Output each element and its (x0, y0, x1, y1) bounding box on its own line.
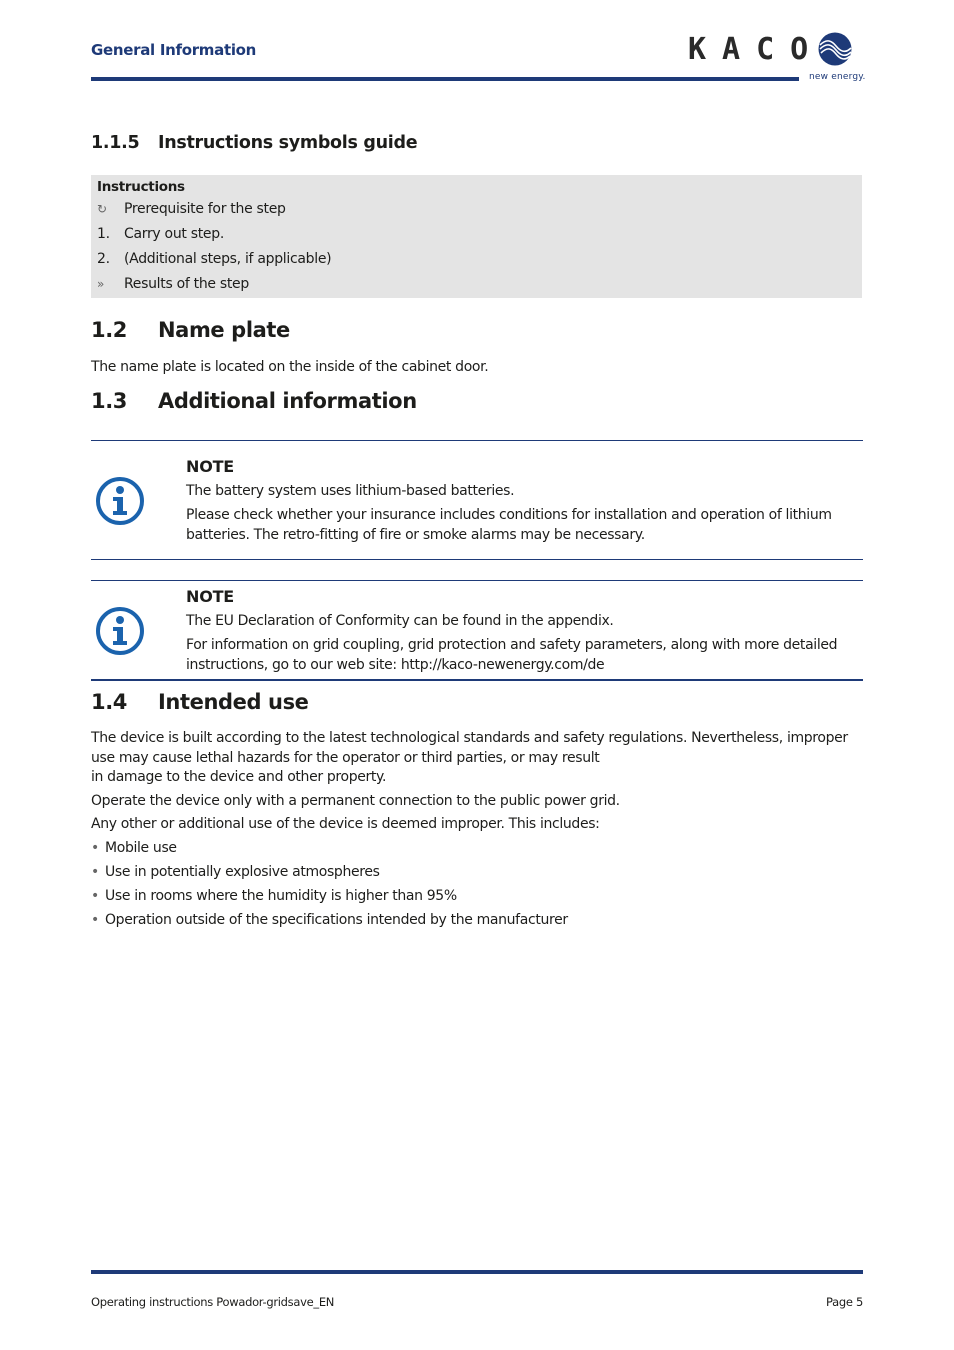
note-top-rule (91, 440, 863, 441)
heading-number: 1.2 (91, 318, 128, 342)
bullet-icon: • (91, 840, 99, 856)
header-rule (91, 77, 799, 81)
list-item-text: Use in rooms where the humidity is highe… (105, 888, 457, 904)
instruction-row-text: (Additional steps, if applicable) (124, 251, 332, 267)
heading-name-plate: 1.2 Name plate (91, 318, 290, 342)
heading-number: 1.4 (91, 690, 128, 714)
bullet-icon: • (91, 864, 99, 880)
instruction-row-prerequisite: ↻ Prerequisite for the step (97, 201, 286, 217)
kaco-tagline: new energy. (809, 72, 866, 82)
note-text: For information on grid coupling, grid p… (186, 637, 838, 673)
heading-number: 1.1.5 (91, 133, 140, 153)
header-section-title: General Information (91, 41, 257, 59)
bullet-icon: • (91, 912, 99, 928)
heading-number: 1.3 (91, 389, 128, 413)
instruction-row-text: Results of the step (124, 276, 249, 292)
heading-text: Intended use (158, 690, 309, 714)
instruction-row-step-1: 1. Carry out step. (97, 226, 224, 242)
heading-text: Name plate (158, 318, 290, 342)
note-text: The EU Declaration of Conformity can be … (186, 613, 614, 629)
step-number: 2. (97, 251, 110, 267)
instruction-row-step-2: 2. (Additional steps, if applicable) (97, 251, 332, 267)
note-title: NOTE (186, 587, 235, 606)
intended-use-paragraph: in damage to the device and other proper… (91, 769, 387, 785)
list-item-text: Use in potentially explosive atmospheres (105, 864, 380, 880)
intended-use-paragraph: The device is built according to the lat… (91, 730, 848, 766)
footer-rule (91, 1270, 863, 1274)
instruction-row-text: Prerequisite for the step (124, 201, 286, 217)
intended-use-paragraph: Operate the device only with a permanent… (91, 793, 620, 809)
result-icon: » (97, 277, 105, 291)
bullet-icon: • (91, 888, 99, 904)
kaco-logo-text: KACO (688, 32, 825, 67)
footer-document-name: Operating instructions Powador-gridsave_… (91, 1295, 335, 1309)
note-top-rule (91, 580, 863, 581)
list-item: • Use in potentially explosive atmosphere… (91, 863, 380, 883)
info-icon (96, 607, 144, 655)
list-item: • Operation outside of the specifications… (91, 911, 568, 931)
kaco-wave-logo-icon (818, 32, 852, 66)
footer-page-number: Page 5 (825, 1295, 863, 1309)
instructions-box-title: Instructions (97, 179, 185, 195)
info-icon (96, 477, 144, 525)
heading-text: Additional information (158, 389, 417, 413)
list-item: • Use in rooms where the humidity is high… (91, 887, 457, 907)
step-number: 1. (97, 226, 110, 242)
note-text: Please check whether your insurance incl… (186, 507, 832, 543)
name-plate-text: The name plate is located on the inside … (91, 359, 489, 375)
note-bottom-rule (91, 679, 863, 681)
heading-intended-use: 1.4 Intended use (91, 690, 309, 714)
heading-additional-information: 1.3 Additional information (91, 389, 417, 413)
note-bottom-rule (91, 559, 863, 560)
list-item-text: Operation outside of the specifications … (105, 912, 568, 928)
list-item: • Mobile use (91, 839, 177, 859)
note-text: The battery system uses lithium-based ba… (186, 483, 515, 499)
prerequisite-icon: ↻ (97, 202, 107, 216)
intended-use-paragraph: Any other or additional use of the devic… (91, 816, 600, 832)
instruction-row-result: » Results of the step (97, 276, 249, 292)
list-item-text: Mobile use (105, 840, 177, 856)
note-title: NOTE (186, 457, 235, 476)
instruction-row-text: Carry out step. (124, 226, 224, 242)
heading-text: Instructions symbols guide (158, 133, 418, 153)
heading-instructions-symbols-guide: 1.1.5 Instructions symbols guide (91, 133, 418, 153)
